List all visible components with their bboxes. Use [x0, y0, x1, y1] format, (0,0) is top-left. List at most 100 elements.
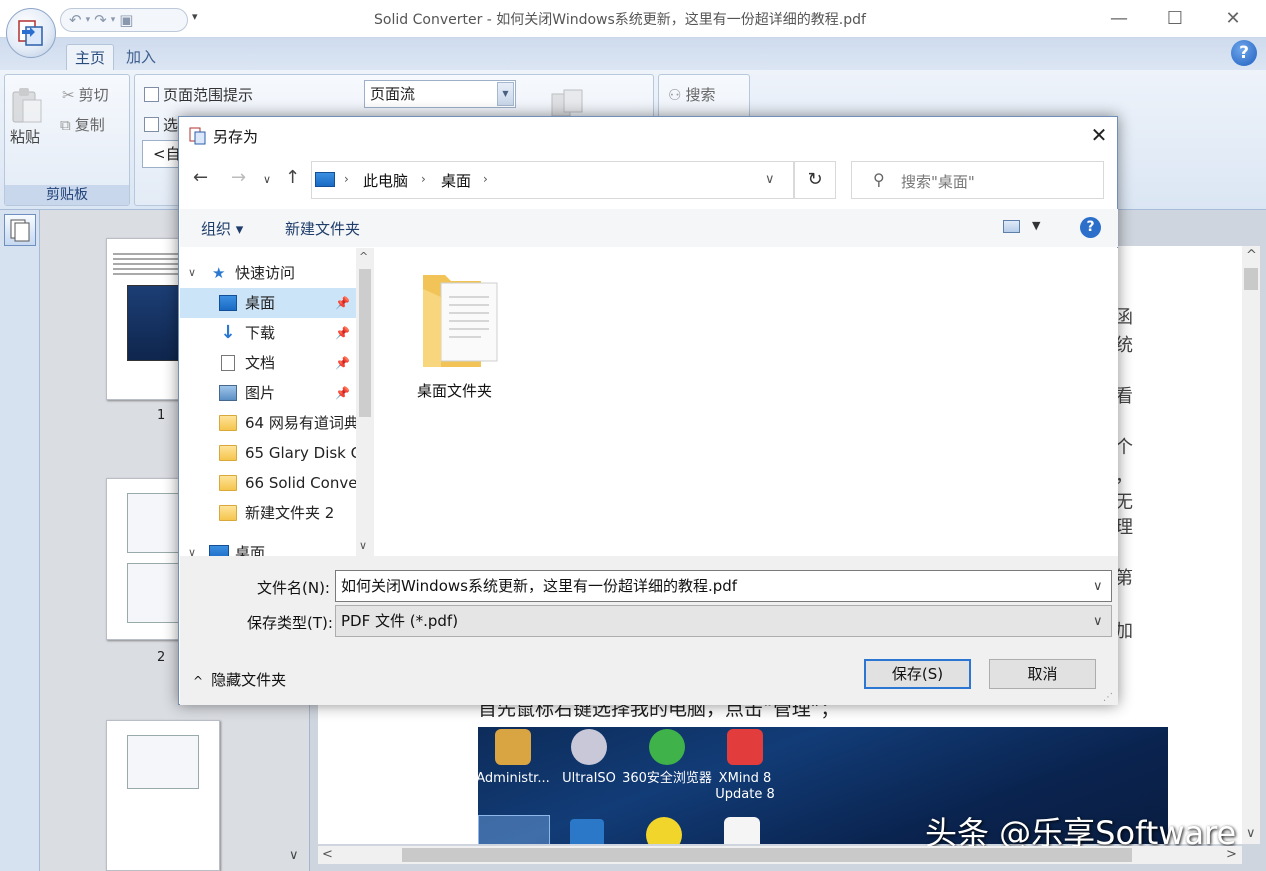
tab-home[interactable]: 主页 [66, 44, 115, 70]
nav-item-folder-66[interactable]: 66 Solid Converter [180, 468, 356, 498]
nav-item-downloads[interactable]: ↓ 下载 📌 [180, 318, 356, 348]
cloud-icon [724, 817, 760, 844]
chevron-down-icon[interactable]: ∨ [765, 172, 775, 187]
nav-item-folder-65[interactable]: 65 Glary Disk Cleaner [180, 438, 356, 468]
save-icon[interactable]: ▣ [119, 11, 133, 29]
chevron-right-icon[interactable]: › [483, 172, 488, 186]
scrollbar-thumb[interactable] [359, 269, 371, 417]
chevron-down-icon[interactable]: ∨ [188, 258, 196, 288]
chevron-down-icon[interactable]: ∨ [359, 539, 367, 552]
cancel-button[interactable]: 取消 [989, 659, 1096, 689]
view-mode-combo[interactable]: 页面流 [364, 80, 516, 108]
pin-icon[interactable]: 📌 [335, 318, 350, 348]
search-ribbon-button[interactable]: ⚇ 搜索 [668, 84, 715, 105]
chevron-up-icon[interactable]: ^ [1246, 248, 1257, 263]
close-window-button[interactable]: ✕ [1210, 5, 1256, 33]
paste-label: 粘贴 [10, 128, 41, 146]
minimize-button[interactable]: — [1096, 5, 1142, 33]
nav-label: 66 Solid Converter [245, 474, 356, 492]
copy-icon: ⧉ [60, 115, 71, 134]
undo-dropdown-icon[interactable]: ▾ [86, 15, 91, 25]
chevron-up-icon[interactable]: ^ [359, 250, 368, 263]
nav-item-pictures[interactable]: 图片 📌 [180, 378, 356, 408]
close-icon[interactable]: ✕ [1085, 121, 1113, 149]
back-arrow-icon[interactable]: ← [193, 167, 208, 188]
up-arrow-icon[interactable]: ↑ [285, 167, 300, 188]
resize-grip-icon[interactable]: ⋰ [1103, 692, 1113, 703]
nav-label: 快速访问 [235, 264, 296, 282]
second-option-label: 选 [163, 116, 179, 134]
folder-icon [423, 275, 498, 367]
nav-item-desktop[interactable]: 桌面 📌 [180, 288, 356, 318]
nav-label: 65 Glary Disk Cleaner [245, 444, 356, 462]
pin-icon[interactable]: 📌 [335, 288, 350, 318]
paste-button[interactable]: 粘贴 [10, 86, 46, 154]
chevron-down-icon[interactable]: ∨ [1246, 826, 1256, 841]
undo-icon[interactable]: ↶ [69, 11, 82, 29]
thumbnails-toggle-button[interactable] [4, 214, 36, 246]
chevron-down-icon[interactable]: ▼ [497, 82, 514, 106]
scrollbar-thumb[interactable] [402, 848, 1132, 862]
page-select-combo[interactable]: <自 [142, 140, 182, 168]
search-input[interactable] [851, 161, 1104, 199]
desktop-icon-label: UltraISO [562, 771, 616, 786]
chevron-down-icon[interactable]: ∨ [1093, 579, 1103, 594]
document-icon [221, 355, 235, 371]
scrollbar-thumb[interactable] [1244, 268, 1258, 290]
nav-label: 桌面 [245, 294, 276, 312]
nav-item-folder-64[interactable]: 64 网易有道词典 [180, 408, 356, 438]
maximize-button[interactable]: ☐ [1152, 5, 1198, 33]
save-as-dialog: 另存为 ✕ ← → ∨ ↑ › 此电脑 › 桌面 › ∨ ↻ ⚲ 搜索"桌面" … [178, 116, 1118, 705]
folder-label[interactable]: 桌面文件夹 [417, 380, 492, 401]
cut-label: 剪切 [78, 86, 109, 104]
filename-label: 文件名(N): [257, 579, 330, 597]
cut-button[interactable]: ✂ 剪切 [62, 84, 109, 105]
organize-menu-button[interactable]: 组织 ▾ [201, 218, 243, 239]
view-options-icon[interactable] [1003, 220, 1020, 233]
star-icon: ★ [212, 264, 226, 282]
thumbnail-screenshot [127, 735, 199, 789]
customize-qat-icon[interactable]: ▾ [192, 10, 198, 23]
page-range-hint-checkbox[interactable]: 页面范围提示 [144, 84, 253, 105]
page-thumbnail-3[interactable] [106, 720, 220, 871]
save-button[interactable]: 保存(S) [864, 659, 971, 689]
forward-arrow-icon[interactable]: → [231, 167, 246, 188]
filetype-select[interactable]: PDF 文件 (*.pdf) [335, 605, 1112, 637]
hide-folders-toggle[interactable]: ^ 隐藏文件夹 [193, 669, 286, 690]
shield-icon [570, 819, 604, 844]
redo-icon[interactable]: ↷ [94, 11, 107, 29]
application-menu-button[interactable] [6, 8, 56, 58]
folder-icon [219, 415, 237, 431]
pin-icon[interactable]: 📌 [335, 378, 350, 408]
nav-item-new-folder-2[interactable]: 新建文件夹 2 [180, 498, 356, 528]
pin-icon[interactable]: 📌 [335, 348, 350, 378]
tab-join[interactable]: 加入 [118, 44, 164, 70]
chevron-left-icon[interactable]: < [322, 847, 333, 862]
chevron-down-icon[interactable]: ▼ [1032, 219, 1040, 232]
second-option-checkbox[interactable]: 选 [144, 114, 178, 135]
chevron-down-icon[interactable]: ∨ [289, 848, 299, 863]
solid-converter-logo-icon [18, 20, 43, 46]
help-icon[interactable]: ? [1231, 40, 1257, 66]
nav-desktop-root[interactable]: ∨ 桌面 [180, 538, 356, 556]
breadcrumb-this-pc[interactable]: 此电脑 [363, 170, 408, 191]
chevron-right-icon[interactable]: > [1226, 847, 1237, 862]
nav-item-documents[interactable]: 文档 📌 [180, 348, 356, 378]
help-icon[interactable]: ? [1080, 217, 1101, 238]
paste-icon [12, 88, 42, 123]
recent-locations-icon[interactable]: ∨ [263, 173, 271, 186]
desktop-icon [209, 545, 229, 556]
nav-quick-access[interactable]: ∨ ★ 快速访问 [180, 258, 356, 288]
copy-button[interactable]: ⧉ 复制 [60, 114, 105, 135]
nav-label: 64 网易有道词典 [245, 414, 356, 432]
desktop-folder-item[interactable] [421, 269, 499, 371]
document-vertical-scrollbar[interactable] [1242, 246, 1260, 844]
hide-folders-label: 隐藏文件夹 [211, 671, 287, 689]
chevron-down-icon[interactable]: ∨ [188, 538, 196, 556]
chevron-down-icon[interactable]: ∨ [1093, 614, 1103, 629]
new-folder-button[interactable]: 新建文件夹 [285, 218, 360, 239]
refresh-icon[interactable]: ↻ [794, 161, 836, 199]
redo-dropdown-icon[interactable]: ▾ [111, 15, 116, 25]
breadcrumb-desktop[interactable]: 桌面 [441, 170, 471, 191]
filename-input[interactable]: 如何关闭Windows系统更新，这里有一份超详细的教程.pdf [335, 570, 1112, 602]
